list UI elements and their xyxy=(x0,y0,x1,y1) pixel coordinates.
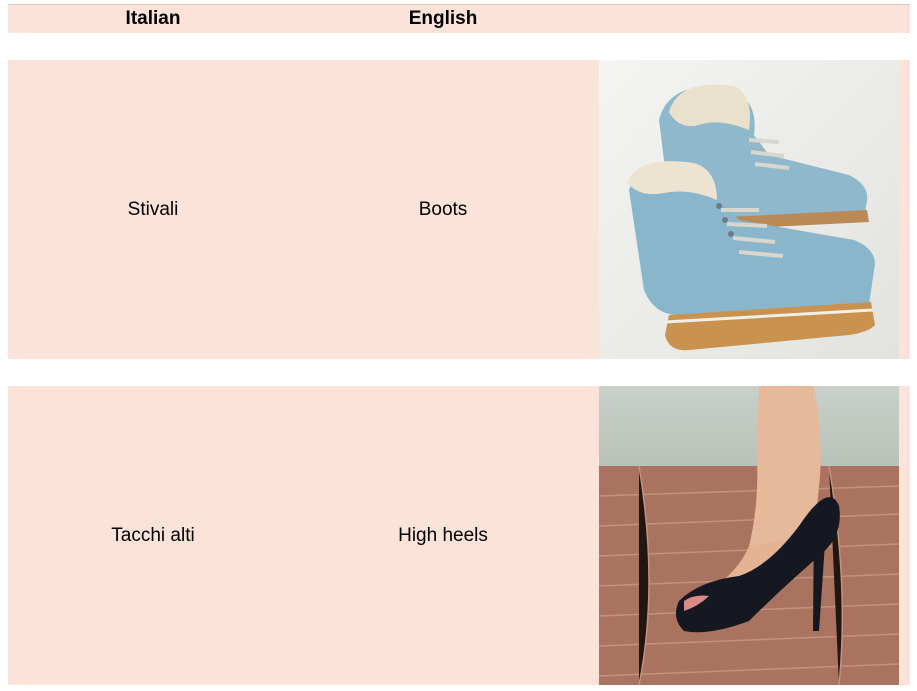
table-row: Stivali Boots xyxy=(8,60,910,359)
italian-word: Stivali xyxy=(127,198,179,220)
table-row: Tacchi alti High heels xyxy=(8,386,910,685)
high-heels-image xyxy=(599,386,899,685)
boots-image xyxy=(599,60,899,359)
boots-icon xyxy=(599,60,899,359)
header-italian: Italian xyxy=(125,8,181,29)
high-heel-icon xyxy=(599,386,899,685)
header-english: English xyxy=(408,8,478,29)
english-word: Boots xyxy=(418,198,468,220)
english-word: High heels xyxy=(398,524,488,546)
italian-word: Tacchi alti xyxy=(111,524,195,546)
table-header-row: Italian English xyxy=(8,5,910,33)
vocabulary-table-page: Italian English Stivali Boots Tacchi alt… xyxy=(0,0,917,691)
